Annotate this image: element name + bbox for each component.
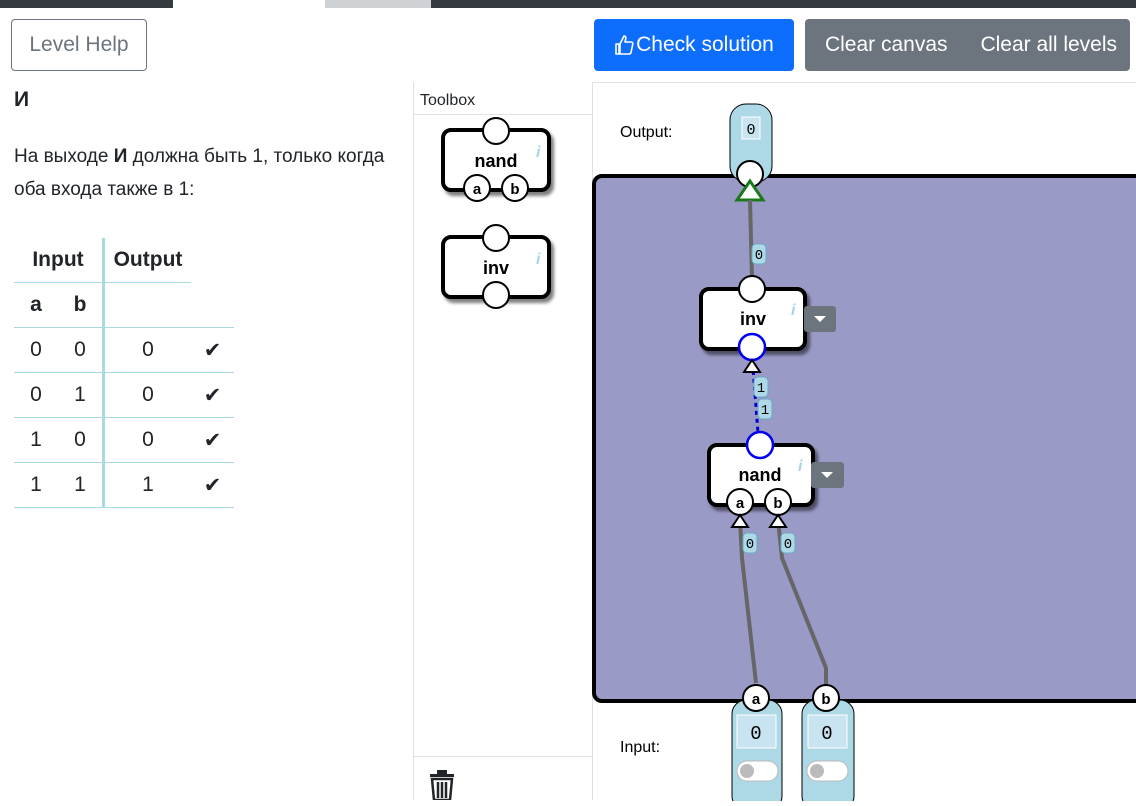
- wire-value-badge: 1: [753, 376, 769, 398]
- tab-active[interactable]: [173, 0, 325, 8]
- circuit-board[interactable]: [592, 174, 1136, 703]
- table-row: 1 0 0 ✔: [14, 417, 234, 463]
- level-help-button[interactable]: Level Help: [11, 19, 147, 71]
- col-b-header: b: [58, 282, 104, 328]
- wire-out-value: 0: [755, 248, 763, 264]
- check-subheader: [191, 282, 234, 328]
- trash-icon[interactable]: [430, 770, 454, 800]
- input-header: Input: [14, 238, 104, 283]
- truth-table: Input Output a b 0 0 0 ✔ 0 1 0 ✔ 1 0 0 ✔…: [14, 238, 234, 508]
- cell-b: 1: [58, 462, 104, 508]
- cell-a: 0: [14, 372, 58, 418]
- cell-a: 0: [14, 327, 58, 373]
- toolbox-nand-gate[interactable]: nand i a b: [441, 117, 551, 202]
- check-solution-button[interactable]: Check solution: [594, 19, 794, 71]
- clear-button-group: Clear canvas Clear all levels: [805, 19, 1130, 71]
- cell-out: 1: [102, 462, 191, 508]
- clear-all-levels-button[interactable]: Clear all levels: [968, 19, 1131, 71]
- wire-value-badge: 0: [742, 532, 758, 554]
- level-desc-bold: И: [113, 146, 128, 167]
- output-subheader: [102, 282, 191, 328]
- toolbox-panel: Toolbox nand i a b inv i: [413, 82, 593, 800]
- cell-b: 0: [58, 417, 104, 463]
- check-column-header: [191, 238, 234, 283]
- port-a-label: a: [473, 181, 482, 198]
- nand-port-b: b: [773, 495, 782, 512]
- wire-value-badge: 0: [780, 532, 796, 554]
- wire-value-badge: 0: [751, 243, 767, 265]
- wire-mid-value-1: 1: [757, 381, 765, 397]
- cell-a: 1: [14, 417, 58, 463]
- inv-label: inv: [740, 309, 766, 329]
- input-b-label: b: [821, 691, 830, 708]
- check-icon: ✔: [191, 372, 234, 418]
- nand-dropdown-button[interactable]: [811, 462, 844, 488]
- input-label: Input:: [620, 739, 660, 756]
- info-icon[interactable]: i: [791, 302, 796, 319]
- top-tab-bar: [0, 0, 1136, 8]
- output-header: Output: [102, 238, 191, 283]
- wire-b-value: 0: [784, 537, 792, 553]
- level-title: И: [14, 88, 30, 111]
- nand-port-a: a: [736, 495, 745, 512]
- circuit-svg: Output: Input: 0 0 1 1 0 0 inv i nand i …: [592, 103, 1136, 806]
- toolbox-nand-label: nand: [475, 151, 518, 171]
- cell-b: 0: [58, 327, 104, 373]
- wire-value-badge: 1: [757, 398, 773, 420]
- port-b-label: b: [510, 181, 519, 198]
- thumbs-up-icon: [615, 35, 634, 55]
- cell-out: 0: [102, 417, 191, 463]
- cell-out: 0: [102, 372, 191, 418]
- toolbox-gates: nand i a b inv i: [430, 117, 551, 800]
- table-row: 0 0 0 ✔: [14, 327, 234, 373]
- output-value: 0: [746, 122, 755, 139]
- input-b-value: 0: [821, 723, 832, 745]
- output-label: Output:: [620, 124, 672, 141]
- col-a-header: a: [14, 282, 58, 328]
- circuit-canvas[interactable]: Output: Input: 0 0 1 1 0 0 inv i nand i …: [592, 82, 1136, 806]
- level-desc-prefix: На выходе: [14, 146, 114, 167]
- input-a-label: a: [752, 691, 761, 708]
- clear-canvas-button[interactable]: Clear canvas: [805, 19, 968, 71]
- toolbox-inv-label: inv: [483, 258, 509, 278]
- info-icon[interactable]: i: [798, 458, 803, 475]
- level-description: На выходе И должна быть 1, только когда …: [14, 140, 404, 206]
- cell-out: 0: [102, 327, 191, 373]
- toolbox-inv-gate[interactable]: inv i: [441, 224, 551, 309]
- check-icon: ✔: [191, 327, 234, 373]
- inv-dropdown-button[interactable]: [804, 306, 836, 332]
- toolbox-bottom-divider: [414, 756, 592, 757]
- info-icon[interactable]: i: [536, 144, 541, 161]
- table-row: 0 1 0 ✔: [14, 372, 234, 418]
- tab-secondary[interactable]: [325, 0, 431, 8]
- cell-b: 1: [58, 372, 104, 418]
- input-node-b[interactable]: 0 b: [801, 684, 855, 806]
- cell-a: 1: [14, 462, 58, 508]
- wire-mid-value-2: 1: [761, 403, 769, 419]
- wire-a-value: 0: [746, 537, 754, 553]
- toggle-knob: [810, 764, 824, 778]
- info-icon[interactable]: i: [536, 251, 541, 268]
- nand-label: nand: [739, 465, 782, 485]
- check-solution-label: Check solution: [636, 33, 774, 56]
- wire-output[interactable]: [748, 199, 754, 279]
- check-icon: ✔: [191, 462, 234, 508]
- table-row: 1 1 1 ✔: [14, 462, 234, 508]
- check-icon: ✔: [191, 417, 234, 463]
- input-node-a[interactable]: 0 a: [731, 684, 783, 806]
- toggle-knob: [740, 764, 754, 778]
- input-a-value: 0: [750, 723, 761, 745]
